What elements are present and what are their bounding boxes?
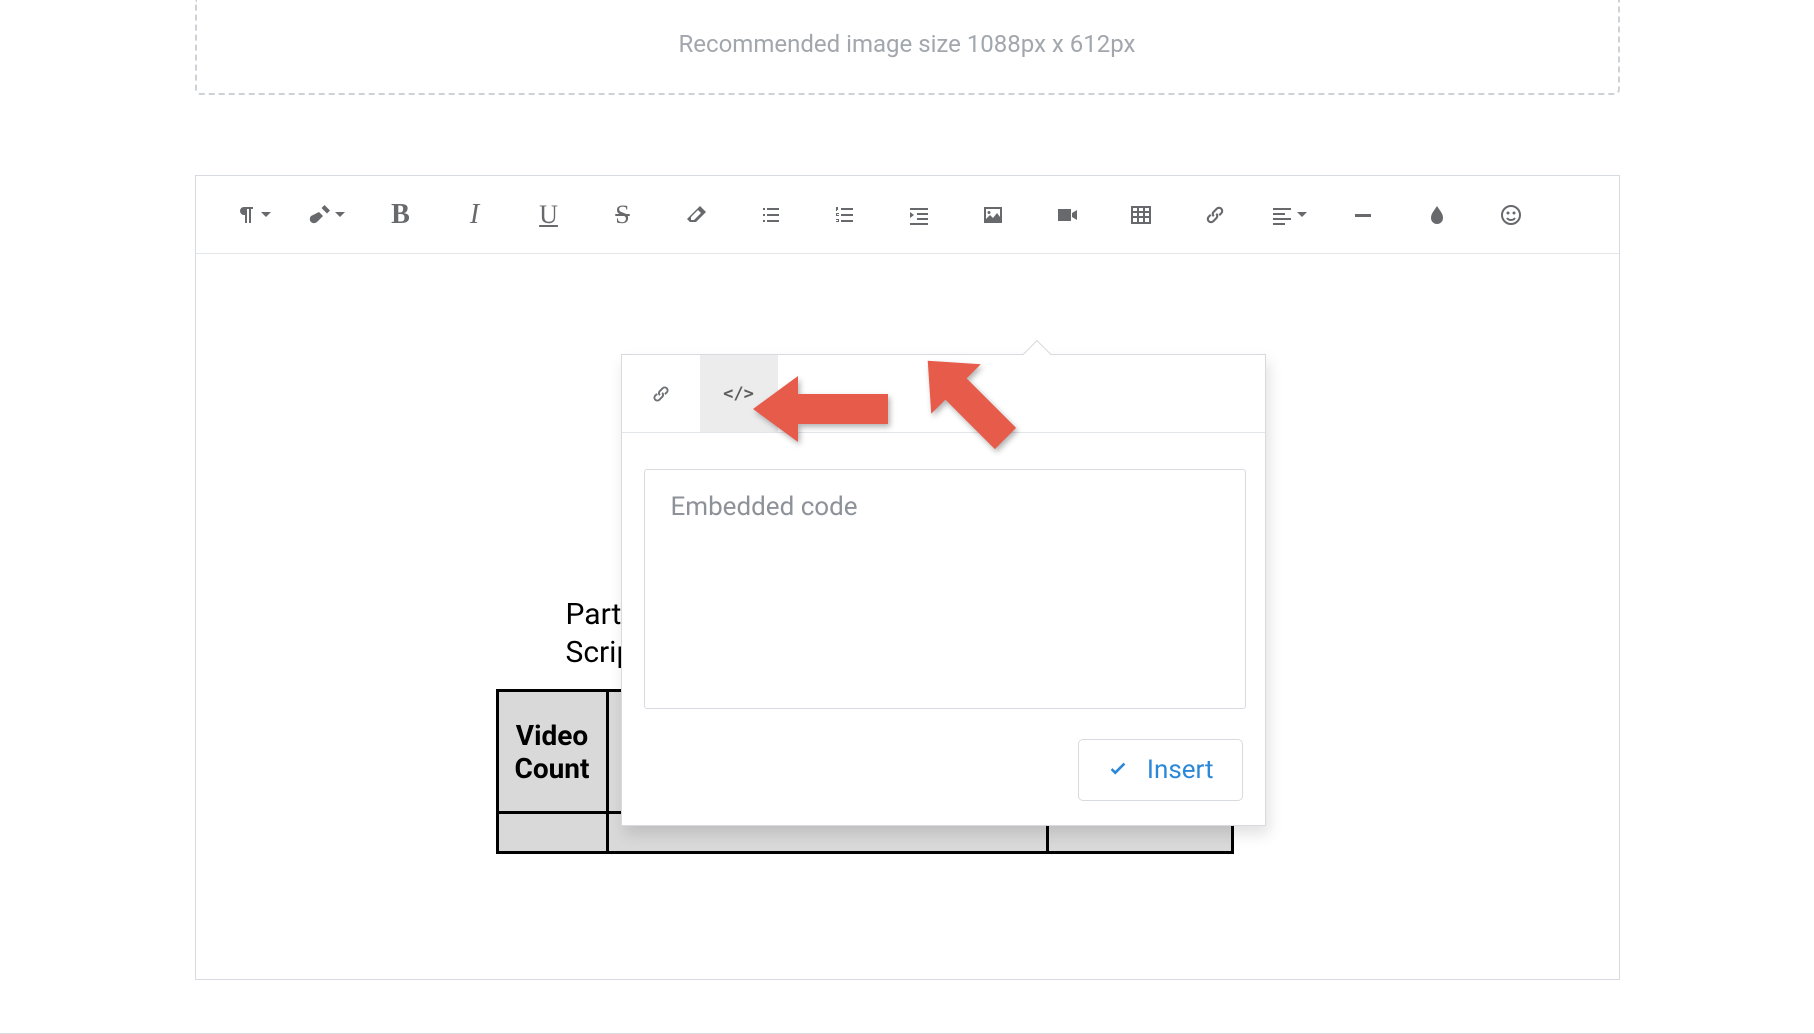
caret-down-icon — [1297, 205, 1307, 224]
check-icon — [1107, 759, 1129, 781]
align-button[interactable] — [1252, 189, 1326, 241]
page-root: Recommended image size 1088px x 612px B … — [0, 0, 1814, 1034]
caret-down-icon — [261, 205, 271, 224]
insert-link-button[interactable] — [1178, 189, 1252, 241]
insert-button-label: Insert — [1147, 755, 1214, 785]
ink-drop-button[interactable] — [1400, 189, 1474, 241]
strikethrough-button[interactable]: S — [586, 189, 660, 241]
rich-text-editor: B I U S — [195, 175, 1620, 980]
embed-code-input[interactable] — [644, 469, 1246, 709]
bold-button[interactable]: B — [364, 189, 438, 241]
insert-image-button[interactable] — [956, 189, 1030, 241]
unordered-list-button[interactable] — [734, 189, 808, 241]
list-numbered-icon — [833, 203, 857, 227]
eraser-icon — [685, 203, 709, 227]
ordered-list-button[interactable] — [808, 189, 882, 241]
caret-down-icon — [335, 205, 345, 224]
emoji-button[interactable] — [1474, 189, 1548, 241]
align-left-icon — [1270, 203, 1294, 227]
popup-actions: Insert — [622, 739, 1265, 825]
table-icon — [1129, 203, 1153, 227]
minus-icon — [1351, 203, 1375, 227]
insert-button[interactable]: Insert — [1078, 739, 1243, 801]
paragraph-format-button[interactable] — [216, 189, 290, 241]
underline-icon: U — [539, 200, 558, 230]
paint-brush-icon — [308, 203, 332, 227]
underline-button[interactable]: U — [512, 189, 586, 241]
paragraph-icon — [234, 203, 258, 227]
image-upload-hint-box[interactable]: Recommended image size 1088px x 612px — [195, 0, 1620, 95]
drop-icon — [1425, 203, 1449, 227]
image-upload-hint-text: Recommended image size 1088px x 612px — [679, 30, 1136, 58]
content-column: Recommended image size 1088px x 612px B … — [195, 0, 1620, 980]
horizontal-rule-button[interactable] — [1326, 189, 1400, 241]
italic-icon: I — [470, 199, 479, 231]
insert-video-button[interactable] — [1030, 189, 1104, 241]
italic-button[interactable]: I — [438, 189, 512, 241]
video-icon — [1055, 203, 1079, 227]
table-header-video-count: Video Count — [497, 691, 607, 813]
insert-table-button[interactable] — [1104, 189, 1178, 241]
link-icon — [1203, 203, 1227, 227]
list-bullet-icon — [759, 203, 783, 227]
link-icon — [650, 383, 672, 405]
image-icon — [981, 203, 1005, 227]
clear-formatting-button[interactable] — [660, 189, 734, 241]
bold-icon: B — [391, 199, 410, 231]
strike-icon: S — [615, 200, 629, 230]
format-painter-button[interactable] — [290, 189, 364, 241]
annotation-arrow-to-embed-tab — [748, 374, 888, 448]
indent-icon — [907, 203, 931, 227]
smiley-icon — [1499, 203, 1523, 227]
editor-toolbar: B I U S — [196, 176, 1619, 254]
editor-content-area[interactable]: Partn Scrip Video Count screen click/ Te… — [196, 254, 1619, 981]
annotation-arrow-to-video-button — [886, 319, 1026, 463]
popup-body — [622, 433, 1265, 739]
popup-tab-link[interactable] — [622, 355, 700, 432]
indent-button[interactable] — [882, 189, 956, 241]
